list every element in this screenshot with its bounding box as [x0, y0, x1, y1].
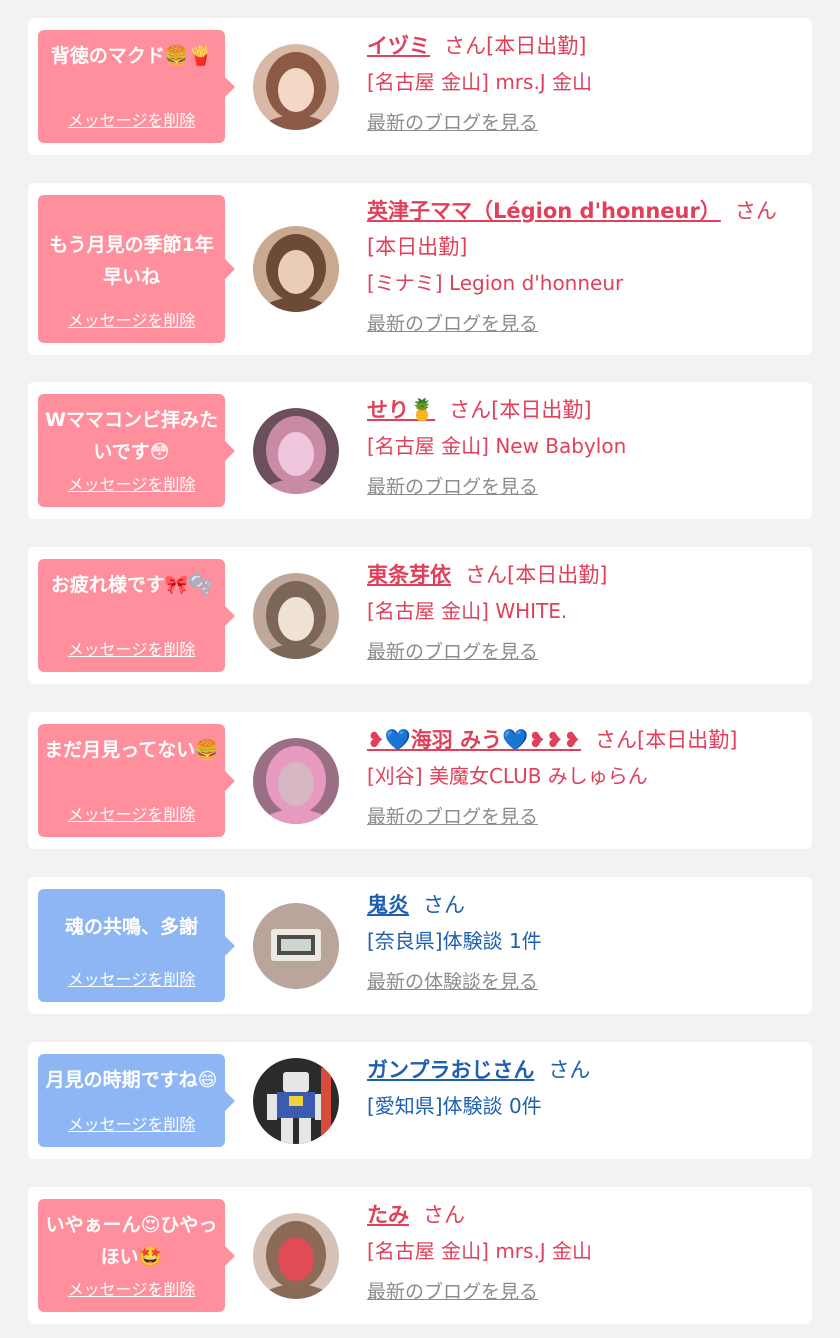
user-info: ガンプラおじさん さん [愛知県]体験談 0件 [367, 1046, 790, 1124]
avatar[interactable] [253, 573, 339, 659]
shop-info: [刈谷] 美魔女CLUB みしゅらん [367, 764, 648, 788]
attendance-status: [本日出勤] [486, 34, 587, 58]
latest-post-link[interactable]: 最新のブログを見る [367, 472, 538, 499]
message-bubble: もう月見の季節1年早いねメッセージを削除 [38, 195, 235, 343]
shop-info: [名古屋 金山] WHITE. [367, 599, 568, 623]
latest-post-link[interactable]: 最新のブログを見る [367, 1277, 538, 1304]
user-name-link[interactable]: イヅミ [367, 34, 430, 58]
shop-info: [名古屋 金山] New Babylon [367, 434, 627, 458]
message-bubble: 魂の共鳴、多謝メッセージを削除 [38, 889, 235, 1002]
message-card: 背徳のマクド🍔🍟 メッセージを削除 イヅミ さん[本日出勤] [名古屋 金山] mrs.… [28, 18, 812, 155]
honorific: さん [449, 398, 492, 422]
delete-message-link[interactable]: メッセージを削除 [38, 636, 225, 660]
message-bubble: Wママコンビ拝みたいです😳 メッセージを削除 [38, 394, 235, 507]
latest-post-link[interactable]: 最新の体験談を見る [367, 967, 538, 994]
message-text: Wママコンビ拝みたいです😳 [45, 409, 218, 463]
message-text: お疲れ様です🎀🫧 [50, 574, 213, 596]
name-line: ❥💙海羽 みう💙❥❥❥ さん[本日出勤] [367, 722, 790, 758]
user-info: たみ さん [名古屋 金山] mrs.J 金山 最新のブログを見る [367, 1191, 790, 1304]
delete-message-link[interactable]: メッセージを削除 [38, 801, 225, 825]
name-line: たみ さん [367, 1197, 790, 1233]
message-card: いやぁーん😍ひやっほい🤩 メッセージを削除 たみ さん [名古屋 金山] mrs.J 金… [28, 1187, 812, 1324]
latest-post-link[interactable]: 最新のブログを見る [367, 637, 538, 664]
user-info: せり🍍 さん[本日出勤] [名古屋 金山] New Babylon 最新のブログを見る [367, 386, 790, 499]
shop-info: [奈良県]体験談 1件 [367, 929, 542, 953]
honorific: さん [548, 1058, 591, 1082]
message-text: いやぁーん😍ひやっほい🤩 [45, 1214, 218, 1268]
latest-post-link[interactable]: 最新のブログを見る [367, 802, 538, 829]
name-line: ガンプラおじさん さん [367, 1052, 790, 1088]
honorific: さん [734, 199, 777, 223]
message-text: 背徳のマクド🍔🍟 [50, 45, 213, 67]
name-line: せり🍍 さん[本日出勤] [367, 392, 790, 428]
delete-message-link[interactable]: メッセージを削除 [38, 307, 225, 331]
attendance-status: [本日出勤] [507, 563, 608, 587]
message-bubble: まだ月見ってない🍔 メッセージを削除 [38, 724, 235, 837]
attendance-status: [本日出勤] [637, 728, 738, 752]
message-card: 魂の共鳴、多謝メッセージを削除 鬼炎 さん [奈良県]体験談 1件 最新の体験談を見る [28, 877, 812, 1014]
message-text: まだ月見ってない🍔 [44, 739, 219, 761]
user-name-link[interactable]: ガンプラおじさん [367, 1058, 534, 1082]
shop-info: [名古屋 金山] mrs.J 金山 [367, 1239, 593, 1263]
user-info: 鬼炎 さん [奈良県]体験談 1件 最新の体験談を見る [367, 881, 790, 994]
delete-message-link[interactable]: メッセージを削除 [38, 1111, 225, 1135]
shop-info: [愛知県]体験談 0件 [367, 1094, 542, 1118]
name-line: イヅミ さん[本日出勤] [367, 28, 790, 64]
latest-post-link[interactable]: 最新のブログを見る [367, 108, 538, 135]
message-text: 魂の共鳴、多謝 [64, 916, 198, 938]
delete-message-link[interactable]: メッセージを削除 [38, 107, 225, 131]
user-name-link[interactable]: 英津子ママ（Légion d'honneur） [367, 199, 721, 223]
user-info: ❥💙海羽 みう💙❥❥❥ さん[本日出勤] [刈谷] 美魔女CLUB みしゅらん 最新の… [367, 716, 790, 829]
name-line: 英津子ママ（Légion d'honneur） さん [本日出勤] [367, 193, 790, 265]
avatar[interactable] [253, 408, 339, 494]
honorific: さん [465, 563, 507, 587]
avatar[interactable] [253, 903, 339, 989]
message-card: もう月見の季節1年早いね メッセージを削除 英津子ママ（Légion d'honne… [28, 183, 812, 355]
message-card: まだ月見ってない🍔 メッセージを削除 ❥💙海羽 みう💙❥❥❥ さん[本日出勤] [刈谷]… [28, 712, 812, 849]
message-bubble: 月見の時期ですね😄 メッセージを削除 [38, 1054, 235, 1147]
user-name-link[interactable]: 東条芽依 [367, 563, 451, 587]
avatar[interactable] [253, 1058, 339, 1144]
user-info: イヅミ さん[本日出勤] [名古屋 金山] mrs.J 金山 最新のブログを見る [367, 22, 790, 135]
message-bubble: お疲れ様です🎀🫧 メッセージを削除 [38, 559, 235, 672]
attendance-status: [本日出勤] [491, 398, 592, 422]
user-name-link[interactable]: せり🍍 [367, 398, 435, 422]
user-name-link[interactable]: たみ [367, 1203, 409, 1227]
honorific: さん [423, 1203, 465, 1227]
user-info: 英津子ママ（Légion d'honneur） さん [本日出勤] [ミナミ] Leg… [367, 187, 790, 336]
message-bubble: 背徳のマクド🍔🍟 メッセージを削除 [38, 30, 235, 143]
shop-info: [ミナミ] Legion d'honneur [367, 271, 624, 295]
avatar[interactable] [253, 226, 339, 312]
delete-message-link[interactable]: メッセージを削除 [38, 471, 225, 495]
avatar[interactable] [253, 1213, 339, 1299]
name-line: 鬼炎 さん [367, 887, 790, 923]
avatar[interactable] [253, 738, 339, 824]
avatar[interactable] [253, 44, 339, 130]
delete-message-link[interactable]: メッセージを削除 [38, 1276, 225, 1300]
honorific: さん [444, 34, 486, 58]
honorific: さん [595, 728, 637, 752]
message-card: 月見の時期ですね😄 メッセージを削除 ガンプラおじさん さん [愛知県]体験談 0件 [28, 1042, 812, 1159]
name-line: 東条芽依 さん[本日出勤] [367, 557, 790, 593]
attendance-status: [本日出勤] [367, 235, 468, 259]
shop-info: [名古屋 金山] mrs.J 金山 [367, 70, 593, 94]
message-bubble: いやぁーん😍ひやっほい🤩 メッセージを削除 [38, 1199, 235, 1312]
message-card: Wママコンビ拝みたいです😳 メッセージを削除 せり🍍 さん[本日出勤] [名古屋 金山]… [28, 382, 812, 519]
message-text: もう月見の季節1年早いね [49, 234, 214, 288]
message-list: 背徳のマクド🍔🍟 メッセージを削除 イヅミ さん[本日出勤] [名古屋 金山] mrs.… [0, 0, 840, 1338]
delete-message-link[interactable]: メッセージを削除 [38, 966, 225, 990]
latest-post-link[interactable]: 最新のブログを見る [367, 309, 538, 336]
message-card: お疲れ様です🎀🫧 メッセージを削除 東条芽依 さん[本日出勤] [名古屋 金山] WHI… [28, 547, 812, 684]
honorific: さん [423, 893, 465, 917]
user-name-link[interactable]: 鬼炎 [367, 893, 409, 917]
user-name-link[interactable]: ❥💙海羽 みう💙❥❥❥ [367, 728, 581, 752]
message-text: 月見の時期ですね😄 [45, 1069, 218, 1091]
user-info: 東条芽依 さん[本日出勤] [名古屋 金山] WHITE. 最新のブログを見る [367, 551, 790, 664]
